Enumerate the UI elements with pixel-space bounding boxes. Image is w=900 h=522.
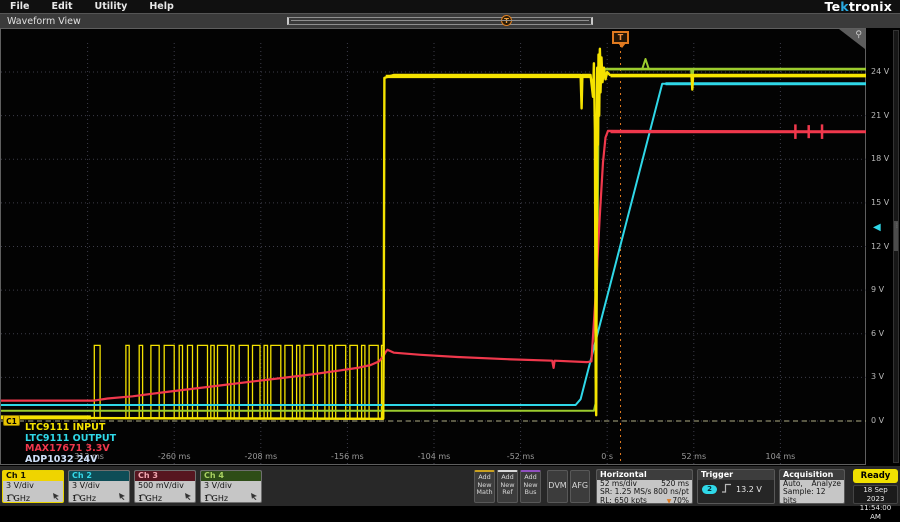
dvm-button[interactable]: DVM	[547, 470, 568, 503]
y-tick-label: 21 V	[871, 111, 889, 120]
channel3-bandwidth: 1 GHz	[138, 495, 162, 503]
trigger-level-value: 13.2 V	[736, 485, 762, 494]
y-tick-label: 9 V	[871, 285, 884, 294]
waveform-canvas[interactable]	[1, 29, 867, 466]
vertical-scrollbar-handle[interactable]: ⋮	[894, 221, 898, 251]
record-length: RL: 650 kpts	[600, 497, 647, 504]
trigger-position-percent: 70%	[672, 496, 689, 504]
acquisition-panel[interactable]: Acquisition Auto,Analyze Sample: 12 bits…	[779, 469, 845, 504]
channel2-scale: 3 V/div	[72, 482, 126, 490]
horizontal-overview-slider[interactable]: T	[287, 17, 593, 25]
time-text: 11:54:00 AM	[854, 504, 897, 522]
horizontal-panel[interactable]: Horizontal 52 ms/div520 ms SR: 1.25 MS/s…	[596, 469, 693, 504]
y-tick-label: 24 V	[871, 67, 889, 76]
x-tick-label: -208 ms	[244, 452, 277, 461]
menu-file[interactable]: File	[10, 1, 29, 12]
trace-label: ADP1032 24V	[25, 455, 116, 466]
trigger-panel-title: Trigger	[698, 470, 774, 480]
channel4-bandwidth: 1 GHz	[204, 495, 228, 503]
x-tick-label: -104 ms	[418, 452, 451, 461]
x-tick-label: -52 ms	[507, 452, 535, 461]
add-new-ref-button[interactable]: AddNewRef	[497, 470, 518, 503]
channel4-badge[interactable]: Ch 4 3 V/div 1 GHz	[200, 470, 262, 503]
x-tick-label: 104 ms	[766, 452, 796, 461]
trigger-level-arrow-icon[interactable]: ◀	[873, 222, 881, 233]
menu-bar: File Edit Utility Help Tektronix	[0, 0, 900, 13]
magnifier-icon: ⚲	[855, 30, 862, 40]
trace-label: MAX17671 3.3V	[25, 444, 116, 455]
overview-trigger-marker[interactable]: T	[501, 15, 512, 26]
tektronix-logo: Tektronix	[825, 0, 892, 13]
channel1-reference-marker[interactable]: C1	[3, 415, 20, 426]
y-tick-label: 3 V	[871, 372, 884, 381]
ready-status-badge[interactable]: Ready	[853, 469, 898, 483]
tab-waveform-view[interactable]: Waveform View	[7, 16, 81, 27]
trigger-position-flag[interactable]: T	[612, 31, 629, 44]
menu-edit[interactable]: Edit	[51, 1, 72, 12]
channel2-bandwidth: 1 GHz	[72, 495, 96, 503]
expand-arrow-icon	[52, 492, 60, 502]
x-tick-label: 52 ms	[681, 452, 706, 461]
x-tick-label: -156 ms	[331, 452, 364, 461]
channel4-label: Ch 4	[201, 471, 261, 481]
trigger-panel[interactable]: Trigger 2 13.2 V	[697, 469, 775, 504]
trace-label: LTC9111 INPUT	[25, 423, 116, 434]
channel3-scale: 500 mV/div	[138, 482, 192, 490]
add-new-math-button[interactable]: AddNewMath	[474, 470, 495, 503]
vertical-scale-gutter: 24 V 21 V 18 V 15 V 12 V 9 V 6 V 3 V 0 V ◀ ⋮	[866, 28, 900, 465]
channel1-scale: 3 V/div	[6, 482, 60, 490]
channel2-label: Ch 2	[69, 471, 129, 481]
acquisition-sample-bits: Sample: 12 bits	[783, 488, 841, 504]
x-tick-label: 0 s	[601, 452, 613, 461]
x-tick-label: -260 ms	[158, 452, 191, 461]
rising-edge-icon	[721, 483, 732, 495]
trigger-source-badge: 2	[702, 485, 717, 494]
y-tick-label: 6 V	[871, 329, 884, 338]
expand-arrow-icon	[118, 492, 126, 502]
expand-arrow-icon	[184, 492, 192, 502]
waveform-graticule[interactable]: -312 ms-260 ms-208 ms-156 ms-104 ms-52 m…	[0, 28, 866, 465]
afg-button[interactable]: AFG	[570, 470, 590, 503]
channel3-label: Ch 3	[135, 471, 195, 481]
datetime-display: 18 Sep 2023 11:54:00 AM	[853, 485, 898, 504]
expand-arrow-icon	[250, 492, 258, 502]
channel2-badge[interactable]: Ch 2 3 V/div 1 GHz	[68, 470, 130, 503]
y-tick-label: 18 V	[871, 154, 889, 163]
trace-legend: LTC9111 INPUTLTC9111 OUTPUTMAX17671 3.3V…	[25, 423, 116, 465]
y-tick-label: 15 V	[871, 198, 889, 207]
date-text: 18 Sep 2023	[854, 486, 897, 504]
channel1-bandwidth: 1 GHz	[6, 495, 30, 503]
status-bar: Ch 1 3 V/div 1 GHz Ch 2 3 V/div 1 GHz Ch…	[0, 465, 900, 506]
y-tick-label: 0 V	[871, 416, 884, 425]
vertical-scrollbar[interactable]: ⋮	[893, 30, 899, 463]
view-tab-bar: Waveform View T	[0, 13, 900, 28]
channel1-badge[interactable]: Ch 1 3 V/div 1 GHz	[2, 470, 64, 503]
trigger-position-icon: ▼	[667, 498, 672, 504]
menu-utility[interactable]: Utility	[95, 1, 128, 12]
menu-help[interactable]: Help	[149, 1, 173, 12]
channel1-label: Ch 1	[3, 471, 63, 481]
channel4-scale: 3 V/div	[204, 482, 258, 490]
add-new-bus-button[interactable]: AddNewBus	[520, 470, 541, 503]
channel3-badge[interactable]: Ch 3 500 mV/div 1 GHz	[134, 470, 196, 503]
y-tick-label: 12 V	[871, 242, 889, 251]
